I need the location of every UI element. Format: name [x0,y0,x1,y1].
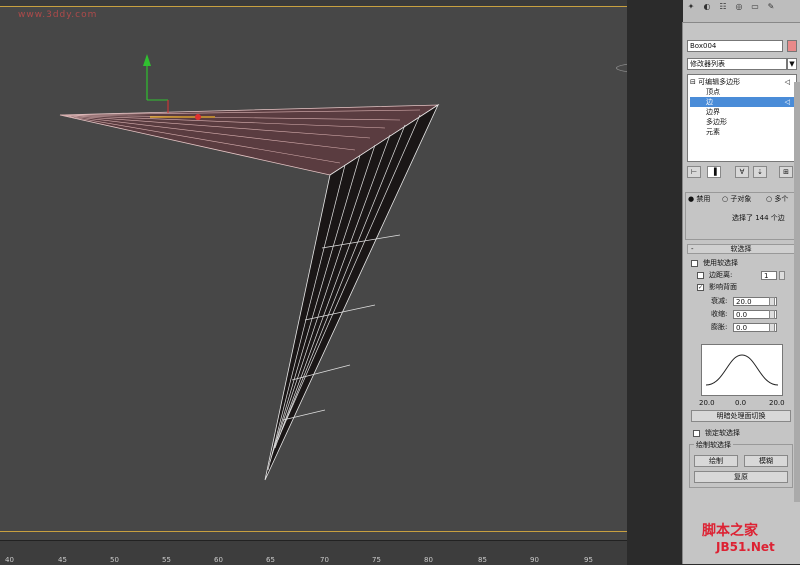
panel-scrollbar[interactable] [794,82,800,502]
stack-item-polygon[interactable]: 多边形 [690,117,800,127]
tick-label: 45 [58,556,67,564]
configure-sets-icon[interactable]: ⊞ [779,166,793,178]
selection-status: 选择了 144 个边 [732,214,785,222]
tick-label: 40 [5,556,14,564]
tick-label: 70 [320,556,329,564]
soft-selection-header[interactable]: - 软选择 [687,244,795,254]
command-panel: ✦ ◐ ☷ ◎ ▭ ✎ Box004 修改器列表 ▼ ⊟ 可编辑多边形 ◁ 顶点 边 ◁ … [682,0,800,564]
mesh-object[interactable] [0,0,627,540]
pin-icon: ◁ [784,78,790,86]
tick-label: 85 [478,556,487,564]
stack-root-label: 可编辑多边形 [698,78,741,86]
object-color-swatch[interactable] [787,40,797,52]
radio-subobject[interactable]: ○ 子对象 [722,194,751,204]
active-subobject-icon: ◁ [784,98,790,106]
tick-label: 90 [530,556,539,564]
radio-label: 多个 [774,195,789,203]
tick-label: 55 [162,556,171,564]
tick-label: 80 [424,556,433,564]
edge-distance-input[interactable]: 1 [761,271,777,280]
watermark-bottom-url: JB51.Net [716,540,775,554]
paint-soft-label: 绘制软选择 [694,440,733,450]
falloff-label: 衰减: [711,297,728,305]
expand-icon[interactable]: ⊟ [690,78,696,86]
pin-stack-icon[interactable]: ⊢ [687,166,701,178]
edge-distance-label: 边距离: [709,271,733,279]
hierarchy-icon[interactable]: ☷ [717,2,729,12]
use-soft-label: 使用软选择 [703,259,738,267]
viewport-bottom-line [0,531,627,532]
falloff-curve [705,354,779,386]
curve-left-label: 20.0 [699,399,715,407]
make-unique-icon[interactable]: ∀ [735,166,749,178]
show-end-result-icon[interactable]: ▐ [707,166,721,178]
display-icon[interactable]: ▭ [749,2,761,12]
paint-button[interactable]: 绘制 [694,455,738,467]
radio-multiple[interactable]: ○ 多个 [766,194,788,204]
command-panel-tabs: ✦ ◐ ☷ ◎ ▭ ✎ [683,0,800,23]
affect-backfacing-checkbox[interactable]: ✓ [697,284,704,291]
affect-backfacing-label: 影响背面 [709,283,737,291]
stack-root[interactable]: ⊟ 可编辑多边形 ◁ [690,77,794,87]
curve-right-label: 20.0 [769,399,785,407]
radio-label: 禁用 [696,195,711,203]
panel-gap [627,0,682,564]
revert-button[interactable]: 复原 [694,471,788,483]
stack-toolbar: ⊢ ▐ ∀ ⇣ ⊞ [687,166,795,178]
watermark-bottom: 脚本之家 [702,523,758,539]
chevron-down-icon[interactable]: ▼ [787,58,797,70]
transform-gizmo[interactable] [143,54,215,120]
modify-icon[interactable]: ◐ [701,2,713,12]
tick-label: 95 [584,556,593,564]
shaded-face-toggle-button[interactable]: 明暗处理面切换 [691,410,791,422]
tick-label: 60 [214,556,223,564]
selection-rollout: ● 禁用 ○ 子对象 ○ 多个 选择了 144 个边 [685,192,797,240]
bubble-spinner[interactable] [769,323,775,332]
stack-item-edge[interactable]: 边 ◁ [690,97,794,107]
modifier-stack[interactable]: ⊟ 可编辑多边形 ◁ 顶点 边 ◁ 边界 多边形 元素 [687,74,797,162]
stack-item-label: 边 [706,98,713,106]
motion-icon[interactable]: ◎ [733,2,745,12]
collapse-icon: - [691,245,694,253]
paint-soft-group: 绘制软选择 绘制 模糊 复原 [689,440,793,488]
rollout-title: 软选择 [730,245,752,253]
object-name-field[interactable]: Box004 [687,40,783,52]
modifier-list-dropdown[interactable]: 修改器列表 [687,58,787,70]
remove-modifier-icon[interactable]: ⇣ [753,166,767,178]
tick-label: 50 [110,556,119,564]
tick-label: 65 [266,556,275,564]
stack-item-element[interactable]: 元素 [690,127,800,137]
bubble-label: 膨胀: [711,323,728,331]
create-icon[interactable]: ✦ [685,2,697,12]
radio-label: 子对象 [730,195,752,203]
tick-label: 75 [372,556,381,564]
lock-soft-label: 锁定软选择 [705,429,740,437]
falloff-spinner[interactable] [769,297,775,306]
falloff-curve-graph [701,344,783,396]
stack-item-vertex[interactable]: 顶点 [690,87,800,97]
blur-button[interactable]: 模糊 [744,455,788,467]
radio-disable[interactable]: ● 禁用 [688,194,710,204]
pinch-spinner[interactable] [769,310,775,319]
utilities-icon[interactable]: ✎ [765,2,777,12]
edge-distance-spinner[interactable] [779,271,785,280]
edge-distance-checkbox[interactable] [697,272,704,279]
curve-mid-label: 0.0 [735,399,747,407]
perspective-viewport[interactable]: www.3ddy.com [0,0,627,540]
stack-item-border[interactable]: 边界 [690,107,800,117]
use-soft-checkbox[interactable] [691,260,698,267]
pinch-label: 收缩: [711,310,728,318]
timeline-ruler[interactable]: 40 45 50 55 60 65 70 75 80 85 90 95 [0,540,627,565]
lock-soft-checkbox[interactable] [693,430,700,437]
